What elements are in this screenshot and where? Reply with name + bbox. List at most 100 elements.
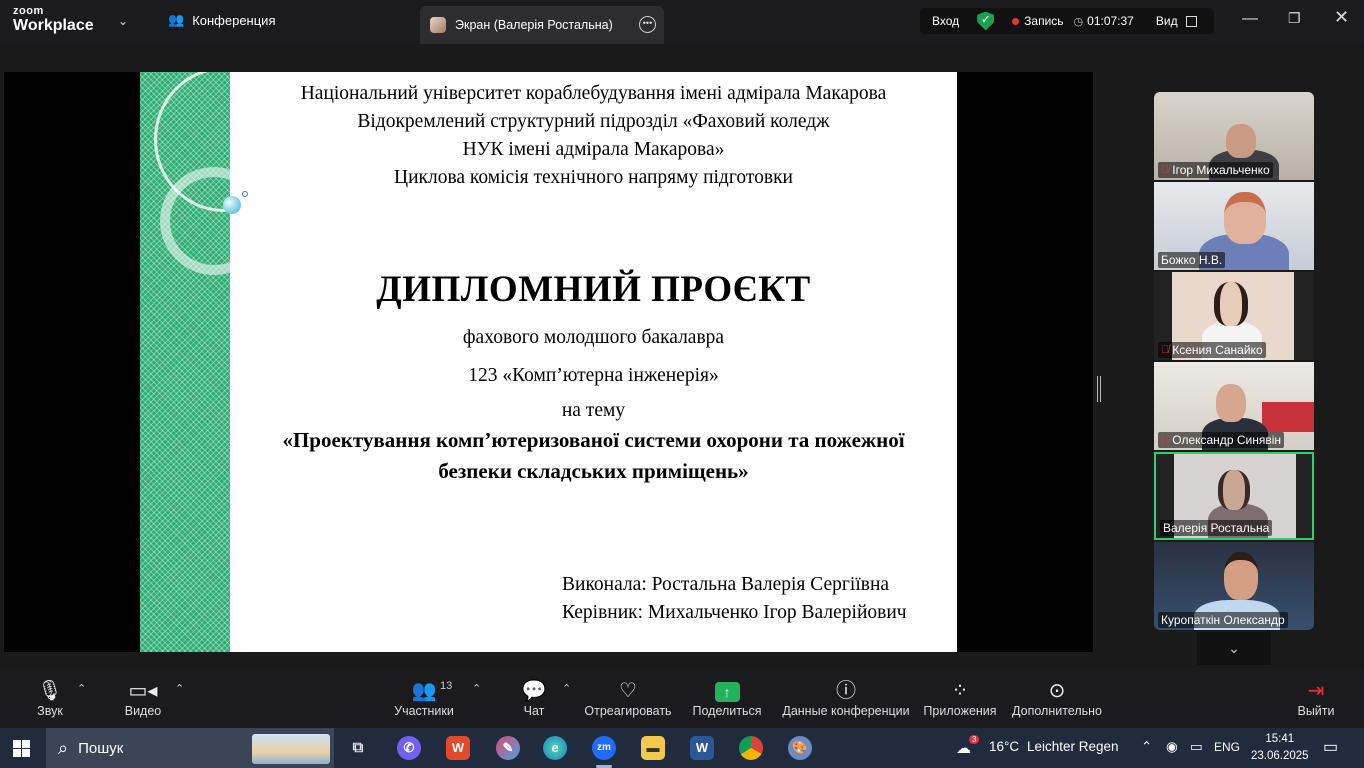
slide-university: Національний університет кораблебудуванн… — [300, 83, 887, 104]
tab-conference[interactable]: 👥 Конференция — [168, 12, 275, 28]
chrome-icon[interactable] — [739, 736, 763, 760]
network-icon[interactable]: ▭ — [1190, 739, 1203, 755]
participant-name-tag: 🎙̸ Ксения Санайко — [1158, 342, 1266, 358]
paint-palette-icon[interactable]: 🎨 — [788, 736, 812, 760]
logo-zoom-text: zoom — [13, 5, 44, 17]
participant-name: Валерія Ростальна — [1163, 521, 1270, 535]
video-person — [1224, 192, 1266, 244]
more-icon: ⊙ — [1048, 680, 1066, 702]
shared-screen[interactable]: Національний університет кораблебудуванн… — [4, 72, 1093, 652]
participant-tile[interactable]: Божко Н.В. — [1154, 182, 1314, 270]
camera-tray-icon[interactable]: ◉ — [1166, 739, 1178, 755]
react-label: Отреагировать — [584, 704, 672, 718]
chevron-down-icon[interactable]: ⌄ — [118, 14, 128, 28]
participant-name: Олександр Синявін — [1172, 433, 1281, 447]
chevron-up-icon[interactable]: ⌃ — [77, 682, 86, 695]
video-button[interactable]: ▭◂ Видео — [120, 678, 166, 718]
logo-workplace-text: Workplace — [13, 17, 94, 34]
participant-name: Куропаткін Олександр — [1161, 613, 1285, 627]
slide-topic-1: «Проектування комп’ютеризованої системи … — [282, 428, 905, 452]
tab-conference-label: Конференция — [192, 12, 276, 28]
viber-icon[interactable]: ✆ — [397, 736, 421, 760]
audio-button[interactable]: 🎙 Звук — [30, 678, 70, 718]
slide-specialty: 123 «Комп’ютерна інженерія» — [468, 365, 719, 386]
video-person — [1226, 124, 1256, 158]
shield-icon[interactable] — [977, 11, 995, 31]
tab-screen-share[interactable]: Экран (Валерія Ростальна) ••• — [420, 6, 664, 44]
share-screen-button[interactable]: ↑ Поделиться — [690, 678, 764, 718]
gallery-scroll-down[interactable]: ⌄ — [1197, 632, 1271, 665]
slide-commission: Циклова комісія технічного напряму підго… — [393, 167, 793, 188]
search-icon: ⌕ — [58, 737, 69, 758]
video-person — [1214, 282, 1248, 326]
notifications-icon[interactable]: ▭ — [1323, 737, 1338, 757]
video-label: Видео — [124, 704, 162, 718]
windows-start-icon[interactable] — [13, 740, 30, 757]
restore-icon[interactable]: ❐ — [1288, 10, 1301, 27]
meeting-status-bar: Вход Запись ◷ 01:07:37 Вид — [920, 8, 1214, 34]
record-label[interactable]: Запись — [1024, 14, 1063, 28]
slide-college: Відокремлений структурний підрозділ «Фах… — [357, 111, 830, 132]
participant-tile-active[interactable]: Валерія Ростальна — [1154, 452, 1314, 540]
language-indicator[interactable]: ENG — [1214, 740, 1240, 754]
chevron-up-icon[interactable]: ⌃ — [562, 682, 571, 695]
weather-temp[interactable]: 16°C — [989, 739, 1019, 754]
participants-count: 13 — [440, 680, 453, 692]
view-button[interactable]: Вид — [1156, 14, 1178, 28]
paint-icon[interactable]: ✎ — [496, 736, 520, 760]
slide-supervisor: Керівник: Михальченко Ігор Валерійович — [562, 602, 907, 623]
weather-text[interactable]: Leichter Regen — [1027, 739, 1119, 754]
chat-button[interactable]: 💬 Чат — [517, 678, 551, 718]
participant-tile[interactable]: 🎙̸ Ксения Санайко — [1154, 272, 1314, 360]
presenter-avatar — [430, 17, 446, 33]
close-icon[interactable]: ✕ — [1334, 7, 1349, 28]
participant-gallery: 🎙̸ Ігор Михальченко Божко Н.В. 🎙̸ Ксения С… — [1154, 92, 1314, 632]
participant-name-tag: 🎙̸ Олександр Синявін — [1158, 432, 1284, 448]
chat-icon: 💬 — [521, 680, 547, 702]
react-button[interactable]: ♡ Отреагировать — [584, 678, 672, 718]
participant-tile[interactable]: 🎙̸ Олександр Синявін — [1154, 362, 1314, 450]
info-label: Данные конференции — [782, 704, 910, 718]
zoom-taskbar-icon[interactable]: zm — [592, 736, 616, 768]
meeting-info-button[interactable]: ⓘ Данные конференции — [782, 678, 910, 718]
grid-view-icon[interactable] — [1185, 15, 1197, 27]
wps-office-icon[interactable]: W — [446, 736, 470, 760]
slide-college-2: НУК імені адмірала Макарова» — [462, 139, 725, 160]
background-poster — [1262, 402, 1314, 432]
more-button[interactable]: ⊙ Дополнительно — [1010, 678, 1104, 718]
minimize-icon[interactable]: — — [1242, 10, 1258, 28]
slide-degree: фахового молодшого бакалавра — [462, 327, 725, 348]
record-dot-icon — [1012, 17, 1020, 25]
login-button[interactable]: Вход — [932, 14, 959, 28]
participant-tile[interactable]: 🎙̸ Ігор Михальченко — [1154, 92, 1314, 180]
info-icon: ⓘ — [836, 680, 856, 702]
leave-button[interactable]: ⇥ Выйти — [1294, 678, 1338, 718]
os-taskbar: ⌕ Пошук ⧉ ✆ W ✎ e zm ▬ W 🎨 ☁ 3 16°C Leic… — [0, 728, 1364, 768]
apps-button[interactable]: ⁘ Приложения — [920, 678, 1000, 718]
leave-label: Выйти — [1297, 704, 1335, 718]
audio-label: Звук — [37, 704, 63, 718]
word-icon[interactable]: W — [690, 736, 714, 760]
chat-label: Чат — [523, 704, 545, 718]
participant-name-tag: 🎙̸ Ігор Михальченко — [1158, 162, 1273, 178]
tab-screen-label: Экран (Валерія Ростальна) — [455, 18, 613, 32]
participant-tile[interactable]: Куропаткін Олександр — [1154, 542, 1314, 630]
meeting-timer: 01:07:37 — [1087, 14, 1134, 28]
participant-name-tag: Валерія Ростальна — [1160, 520, 1273, 536]
taskbar-search[interactable]: ⌕ Пошук — [46, 728, 334, 768]
task-view-icon[interactable]: ⧉ — [346, 736, 370, 760]
edge-icon[interactable]: e — [543, 736, 567, 760]
chevron-up-icon[interactable]: ⌃ — [1141, 739, 1152, 755]
title-bar: zoom Workplace ⌄ 👥 Конференция Экран (Ва… — [0, 0, 1364, 44]
more-options-icon[interactable]: ••• — [639, 16, 656, 33]
chevron-up-icon[interactable]: ⌃ — [472, 682, 481, 695]
participant-name-tag: Куропаткін Олександр — [1158, 612, 1288, 628]
chevron-up-icon[interactable]: ⌃ — [175, 682, 184, 695]
share-label: Поделиться — [692, 704, 762, 718]
participants-label: Участники — [394, 704, 454, 718]
slide-decor-bead — [223, 196, 241, 214]
file-explorer-icon[interactable]: ▬ — [641, 736, 665, 760]
system-clock[interactable]: 15:41 23.06.2025 — [1251, 731, 1309, 765]
panel-resize-handle[interactable] — [1097, 376, 1101, 402]
slide-topic-2: безпеки складських приміщень» — [438, 459, 749, 483]
